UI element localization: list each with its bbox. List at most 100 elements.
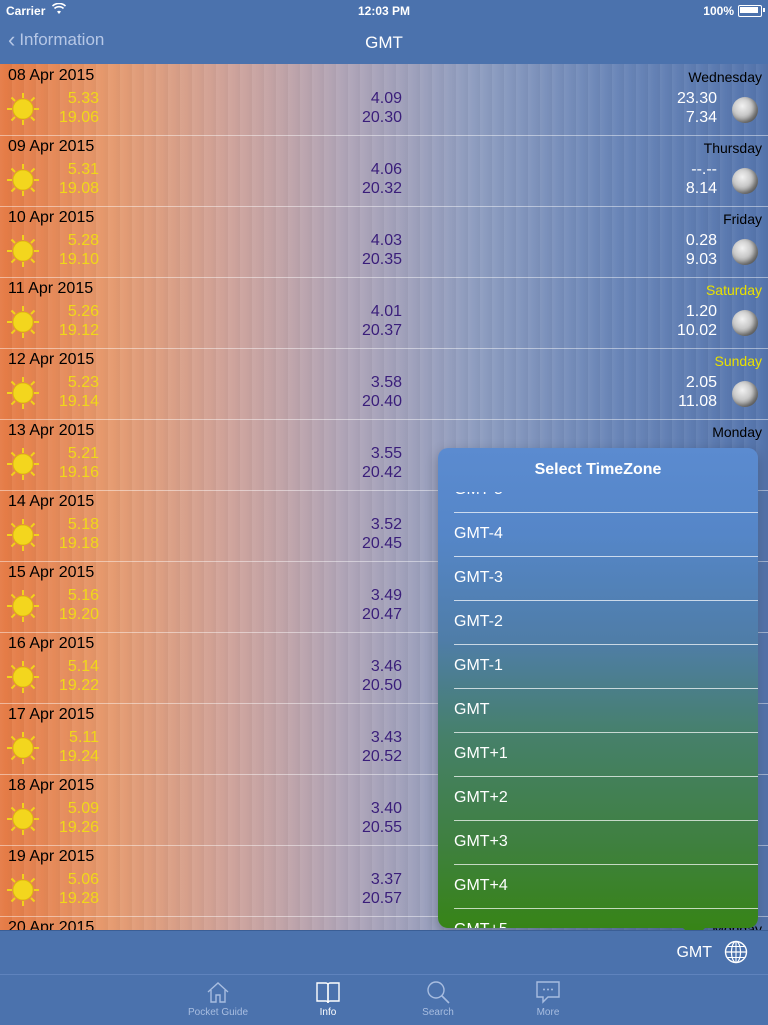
- sunrise-time: 5.28: [67, 232, 99, 249]
- time-value-1: 3.43: [370, 729, 402, 746]
- moonset-time: 9.03: [685, 251, 717, 268]
- moonrise-time: 1.20: [685, 303, 717, 320]
- time-value-2: 20.35: [361, 251, 402, 268]
- timezone-list[interactable]: GMT-5GMT-4GMT-3GMT-2GMT-1GMTGMT+1GMT+2GM…: [438, 492, 758, 928]
- moonset-time: 7.34: [685, 109, 717, 126]
- moon-icon: [732, 310, 758, 336]
- sunset-time: 19.18: [58, 535, 99, 552]
- sun-icon: [7, 93, 39, 125]
- sun-icon: [7, 874, 39, 906]
- time-value-2: 20.45: [361, 535, 402, 552]
- timezone-option[interactable]: GMT+3: [454, 820, 758, 865]
- row-day: Thursday: [703, 140, 762, 156]
- moonrise-time: --.--: [691, 161, 717, 178]
- timezone-option[interactable]: GMT+1: [454, 732, 758, 777]
- row-date: 13 Apr 2015: [8, 422, 95, 439]
- table-row[interactable]: 10 Apr 2015 Friday 5.28 19.10 4.03 20.35 0.28 9…: [0, 206, 768, 278]
- sun-icon: [7, 377, 39, 409]
- tab-search[interactable]: Search: [398, 979, 478, 1018]
- row-date: 17 Apr 2015: [8, 706, 95, 723]
- sunrise-time: 5.26: [67, 303, 99, 320]
- time-value-1: 3.46: [370, 658, 402, 675]
- top-bar: Carrier 12:03 PM 100% ‹ Information GMT: [0, 0, 768, 64]
- sun-icon: [7, 164, 39, 196]
- sunset-time: 19.26: [58, 819, 99, 836]
- timezone-option[interactable]: GMT-2: [454, 600, 758, 645]
- tab-label: Info: [319, 1007, 337, 1018]
- time-value-2: 20.52: [361, 748, 402, 765]
- sun-icon: [7, 803, 39, 835]
- sunset-time: 19.06: [58, 109, 99, 126]
- sunrise-time: 5.09: [67, 800, 99, 817]
- timezone-option[interactable]: GMT+4: [454, 864, 758, 909]
- battery-percent: 100%: [703, 4, 734, 18]
- moon-icon: [732, 381, 758, 407]
- time-value-2: 20.50: [361, 677, 402, 694]
- sun-icon: [7, 519, 39, 551]
- time-value-1: 3.55: [370, 445, 402, 462]
- sun-icon: [7, 732, 39, 764]
- sunrise-time: 5.23: [67, 374, 99, 391]
- timezone-option[interactable]: GMT+5: [454, 908, 758, 928]
- sun-icon: [7, 448, 39, 480]
- row-date: 16 Apr 2015: [8, 635, 95, 652]
- tab-more[interactable]: More: [508, 979, 588, 1018]
- timezone-popover: Select TimeZone GMT-5GMT-4GMT-3GMT-2GMT-…: [438, 448, 758, 928]
- globe-icon[interactable]: [724, 940, 748, 964]
- sunset-time: 19.16: [58, 464, 99, 481]
- timezone-option[interactable]: GMT-3: [454, 556, 758, 601]
- sunset-time: 19.12: [58, 322, 99, 339]
- timezone-option[interactable]: GMT: [454, 688, 758, 733]
- home-icon: [207, 982, 229, 1003]
- sunrise-time: 5.16: [67, 587, 99, 604]
- bottom-toolbar: GMT: [0, 930, 768, 975]
- time-value-1: 4.01: [370, 303, 402, 320]
- time-value-1: 3.37: [370, 871, 402, 888]
- sunrise-time: 5.21: [67, 445, 99, 462]
- sunset-time: 19.10: [58, 251, 99, 268]
- battery-tip: [763, 8, 765, 12]
- timezone-option[interactable]: GMT-5: [454, 492, 758, 513]
- row-date: 11 Apr 2015: [8, 280, 94, 297]
- sunrise-time: 5.18: [67, 516, 99, 533]
- row-date: 20 Apr 2015: [8, 919, 95, 930]
- table-row[interactable]: 11 Apr 2015 Saturday 5.26 19.12 4.01 20.37 1.2…: [0, 277, 768, 349]
- chat-icon: [536, 981, 560, 1004]
- time-value-1: 3.52: [370, 516, 402, 533]
- sunset-time: 19.20: [58, 606, 99, 623]
- timezone-button[interactable]: GMT: [676, 944, 712, 962]
- time-value-2: 20.57: [361, 890, 402, 907]
- time-value-2: 20.55: [361, 819, 402, 836]
- book-icon: [316, 982, 340, 1004]
- tab-info[interactable]: Info: [288, 979, 368, 1018]
- sunrise-time: 5.06: [67, 871, 99, 888]
- row-date: 15 Apr 2015: [8, 564, 95, 581]
- tab-pocket-guide[interactable]: Pocket Guide: [178, 979, 258, 1018]
- table-row[interactable]: 09 Apr 2015 Thursday 5.31 19.08 4.06 20.32 --.…: [0, 135, 768, 207]
- moonset-time: 10.02: [676, 322, 717, 339]
- sunset-time: 19.22: [58, 677, 99, 694]
- sun-icon: [7, 235, 39, 267]
- timezone-option[interactable]: GMT-1: [454, 644, 758, 689]
- timezone-option[interactable]: GMT-4: [454, 512, 758, 557]
- timezone-option[interactable]: GMT+2: [454, 776, 758, 821]
- sunset-time: 19.08: [58, 180, 99, 197]
- moon-icon: [732, 97, 758, 123]
- tab-bar: Pocket Guide Info Search More: [0, 974, 768, 1025]
- row-date: 12 Apr 2015: [8, 351, 95, 368]
- row-day: Sunday: [714, 353, 762, 369]
- tab-label: More: [536, 1007, 560, 1018]
- moonset-time: 8.14: [685, 180, 717, 197]
- row-day: Monday: [712, 424, 762, 440]
- row-date: 14 Apr 2015: [8, 493, 95, 510]
- time-value-1: 4.09: [370, 90, 402, 107]
- row-day: Friday: [723, 211, 762, 227]
- table-row[interactable]: 12 Apr 2015 Sunday 5.23 19.14 3.58 20.40 2.05 1…: [0, 348, 768, 420]
- table-row[interactable]: 08 Apr 2015 Wednesday 5.33 19.06 4.09 20.30 23…: [0, 64, 768, 136]
- sunrise-time: 5.31: [67, 161, 99, 178]
- time-value-2: 20.40: [361, 393, 402, 410]
- sunrise-time: 5.33: [67, 90, 99, 107]
- row-date: 09 Apr 2015: [8, 138, 95, 155]
- time-value-2: 20.42: [361, 464, 402, 481]
- sun-icon: [7, 306, 39, 338]
